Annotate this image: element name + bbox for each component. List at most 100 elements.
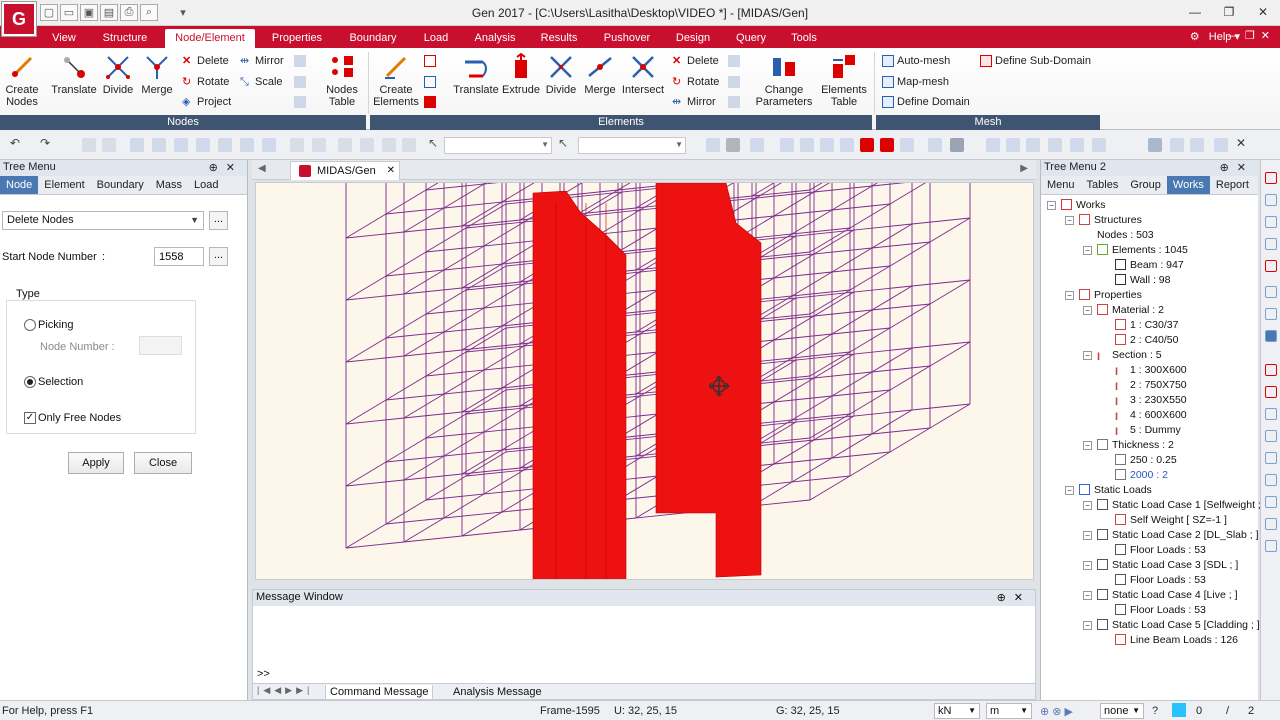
force-unit-select[interactable]: kN ▼ <box>934 703 980 719</box>
search-icon[interactable] <box>1265 286 1277 298</box>
tree-node[interactable]: Wall : 98 <box>1115 273 1170 288</box>
boundary-display-icon[interactable] <box>986 138 1000 152</box>
command-prompt[interactable]: >> <box>257 668 270 680</box>
define-sub-domain-button[interactable]: Define Sub-Domain <box>980 55 1091 67</box>
strip-icon-2[interactable] <box>1265 194 1277 206</box>
tab-analysis-message[interactable]: Analysis Message <box>449 685 546 699</box>
tree-node[interactable]: I 1 : 300X600 <box>1115 363 1187 378</box>
divide-elements-button[interactable]: Divide <box>542 52 580 96</box>
ucs-xz-icon[interactable] <box>1170 138 1184 152</box>
function-select[interactable]: Delete Nodes ▼ <box>2 211 204 230</box>
select-previous-icon[interactable] <box>360 138 374 152</box>
node-number-input[interactable] <box>139 336 182 355</box>
tree-expander[interactable]: − <box>1083 246 1092 255</box>
tab-query[interactable]: Query <box>730 29 772 48</box>
elem-extra-6-icon[interactable] <box>728 96 740 108</box>
node-extra-2-icon[interactable] <box>294 76 306 88</box>
elem-extra-3-icon[interactable] <box>424 96 436 108</box>
pin-close-icons[interactable]: ⊕✕ <box>1220 161 1254 174</box>
tab-node[interactable]: Node <box>0 176 39 194</box>
tree-node[interactable]: Material : 2 <box>1097 303 1164 318</box>
tree-node[interactable]: Floor Loads : 53 <box>1115 543 1206 558</box>
tab-group[interactable]: Group <box>1124 176 1167 194</box>
document-tab[interactable]: MIDAS/Gen ✕ <box>290 161 400 180</box>
tab-design[interactable]: Design <box>668 29 718 48</box>
node-extra-3-icon[interactable] <box>294 96 306 108</box>
strip-icon-1[interactable] <box>1265 172 1277 184</box>
inactivate-icon[interactable] <box>750 138 764 152</box>
ucs-yz-icon[interactable] <box>1190 138 1204 152</box>
close-tab-icon[interactable]: ✕ <box>387 165 395 176</box>
unselect-icon[interactable] <box>338 138 352 152</box>
project-nodes-button[interactable]: ◈ Project <box>182 96 231 108</box>
lock-icon[interactable] <box>726 138 740 152</box>
strip-icon-17[interactable] <box>1265 540 1277 552</box>
tree-node[interactable]: Static Load Case 4 [Live ; ] <box>1097 588 1238 603</box>
tree-node[interactable]: I 3 : 230X550 <box>1115 393 1187 408</box>
tree-node[interactable]: Static Load Case 5 [Cladding ; ] <box>1097 618 1260 633</box>
strip-icon-15[interactable] <box>1265 496 1277 508</box>
snap-mode-select[interactable]: none ▼ <box>1100 703 1144 719</box>
tree-expander[interactable]: − <box>1083 591 1092 600</box>
strip-icon-16[interactable] <box>1265 518 1277 530</box>
start-node-options-button[interactable]: ... <box>209 247 228 266</box>
start-node-input[interactable] <box>154 247 204 266</box>
undo-icon[interactable]: ↶ <box>10 136 24 150</box>
perspective-icon[interactable] <box>840 138 854 152</box>
zoom-out-icon[interactable] <box>1265 238 1277 250</box>
tree-node[interactable]: Static Load Case 2 [DL_Slab ; ] <box>1097 528 1259 543</box>
hidden-icon[interactable] <box>800 138 814 152</box>
tree-node[interactable]: I Section : 5 <box>1097 348 1162 363</box>
tab-tables[interactable]: Tables <box>1081 176 1125 194</box>
tab-boundary[interactable]: Boundary <box>91 176 150 194</box>
tree-node[interactable]: I 4 : 600X600 <box>1115 408 1187 423</box>
view-iso-icon[interactable] <box>262 138 276 152</box>
only-free-nodes-checkbox[interactable]: ✓ <box>24 412 36 424</box>
tab-menu[interactable]: Menu <box>1041 176 1081 194</box>
tab-mass[interactable]: Mass <box>150 176 188 194</box>
tab-pushover[interactable]: Pushover <box>598 29 656 48</box>
tree-node[interactable]: Static Loads <box>1079 483 1152 498</box>
tree-node[interactable]: Elements : 1045 <box>1097 243 1188 258</box>
create-nodes-button[interactable]: Create Nodes <box>4 52 40 108</box>
node-number-icon[interactable] <box>928 138 942 152</box>
tab-report[interactable]: Report <box>1210 176 1255 194</box>
select-window-icon[interactable] <box>102 138 116 152</box>
display-icon[interactable] <box>780 138 794 152</box>
delete-elements-button[interactable]: ✕ Delete <box>672 55 719 67</box>
tree-node[interactable]: Thickness : 2 <box>1097 438 1174 453</box>
function-options-button[interactable]: ... <box>209 211 228 230</box>
nodes-table-button[interactable]: Nodes Table <box>322 52 362 108</box>
render-view-icon[interactable] <box>900 138 914 152</box>
elem-extra-1-icon[interactable] <box>424 55 436 67</box>
rotate-elements-button[interactable]: ↻ Rotate <box>672 76 719 88</box>
zoom-fit-icon[interactable] <box>130 138 144 152</box>
strip-icon-11[interactable] <box>1265 408 1277 420</box>
strip-icon-14[interactable] <box>1265 474 1277 486</box>
mass-display-icon[interactable] <box>1026 138 1040 152</box>
tree-expander[interactable]: − <box>1065 291 1074 300</box>
select-plane-icon[interactable] <box>312 138 326 152</box>
tree-expander[interactable]: − <box>1083 561 1092 570</box>
length-unit-select[interactable]: m ▼ <box>986 703 1032 719</box>
tree-expander[interactable]: − <box>1083 531 1092 540</box>
help-question-icon[interactable]: ? <box>1152 705 1158 717</box>
tree-node[interactable]: 2000 : 2 <box>1115 468 1168 483</box>
translate-elements-button[interactable]: Translate <box>452 52 500 96</box>
change-parameters-button[interactable]: Change Parameters <box>754 52 814 108</box>
divide-nodes-button[interactable]: Divide <box>100 52 136 96</box>
elem-extra-5-icon[interactable] <box>728 76 740 88</box>
elem-extra-4-icon[interactable] <box>728 55 740 67</box>
tab-node-element[interactable]: Node/Element <box>165 29 255 48</box>
selection-radio[interactable] <box>24 376 36 388</box>
picking-radio[interactable] <box>24 319 36 331</box>
merge-nodes-button[interactable]: Merge <box>138 52 176 96</box>
tree-expander[interactable]: − <box>1083 351 1092 360</box>
pointer-icon[interactable]: ↖ <box>428 136 442 150</box>
strip-icon-8[interactable] <box>1265 330 1277 342</box>
mirror-elements-button[interactable]: ⇹ Mirror <box>672 96 716 108</box>
structural-model[interactable] <box>256 183 1034 580</box>
tree-node[interactable]: I 5 : Dummy <box>1115 423 1181 438</box>
zoom-in-icon[interactable] <box>1265 216 1277 228</box>
rotate-view-icon[interactable] <box>196 138 210 152</box>
